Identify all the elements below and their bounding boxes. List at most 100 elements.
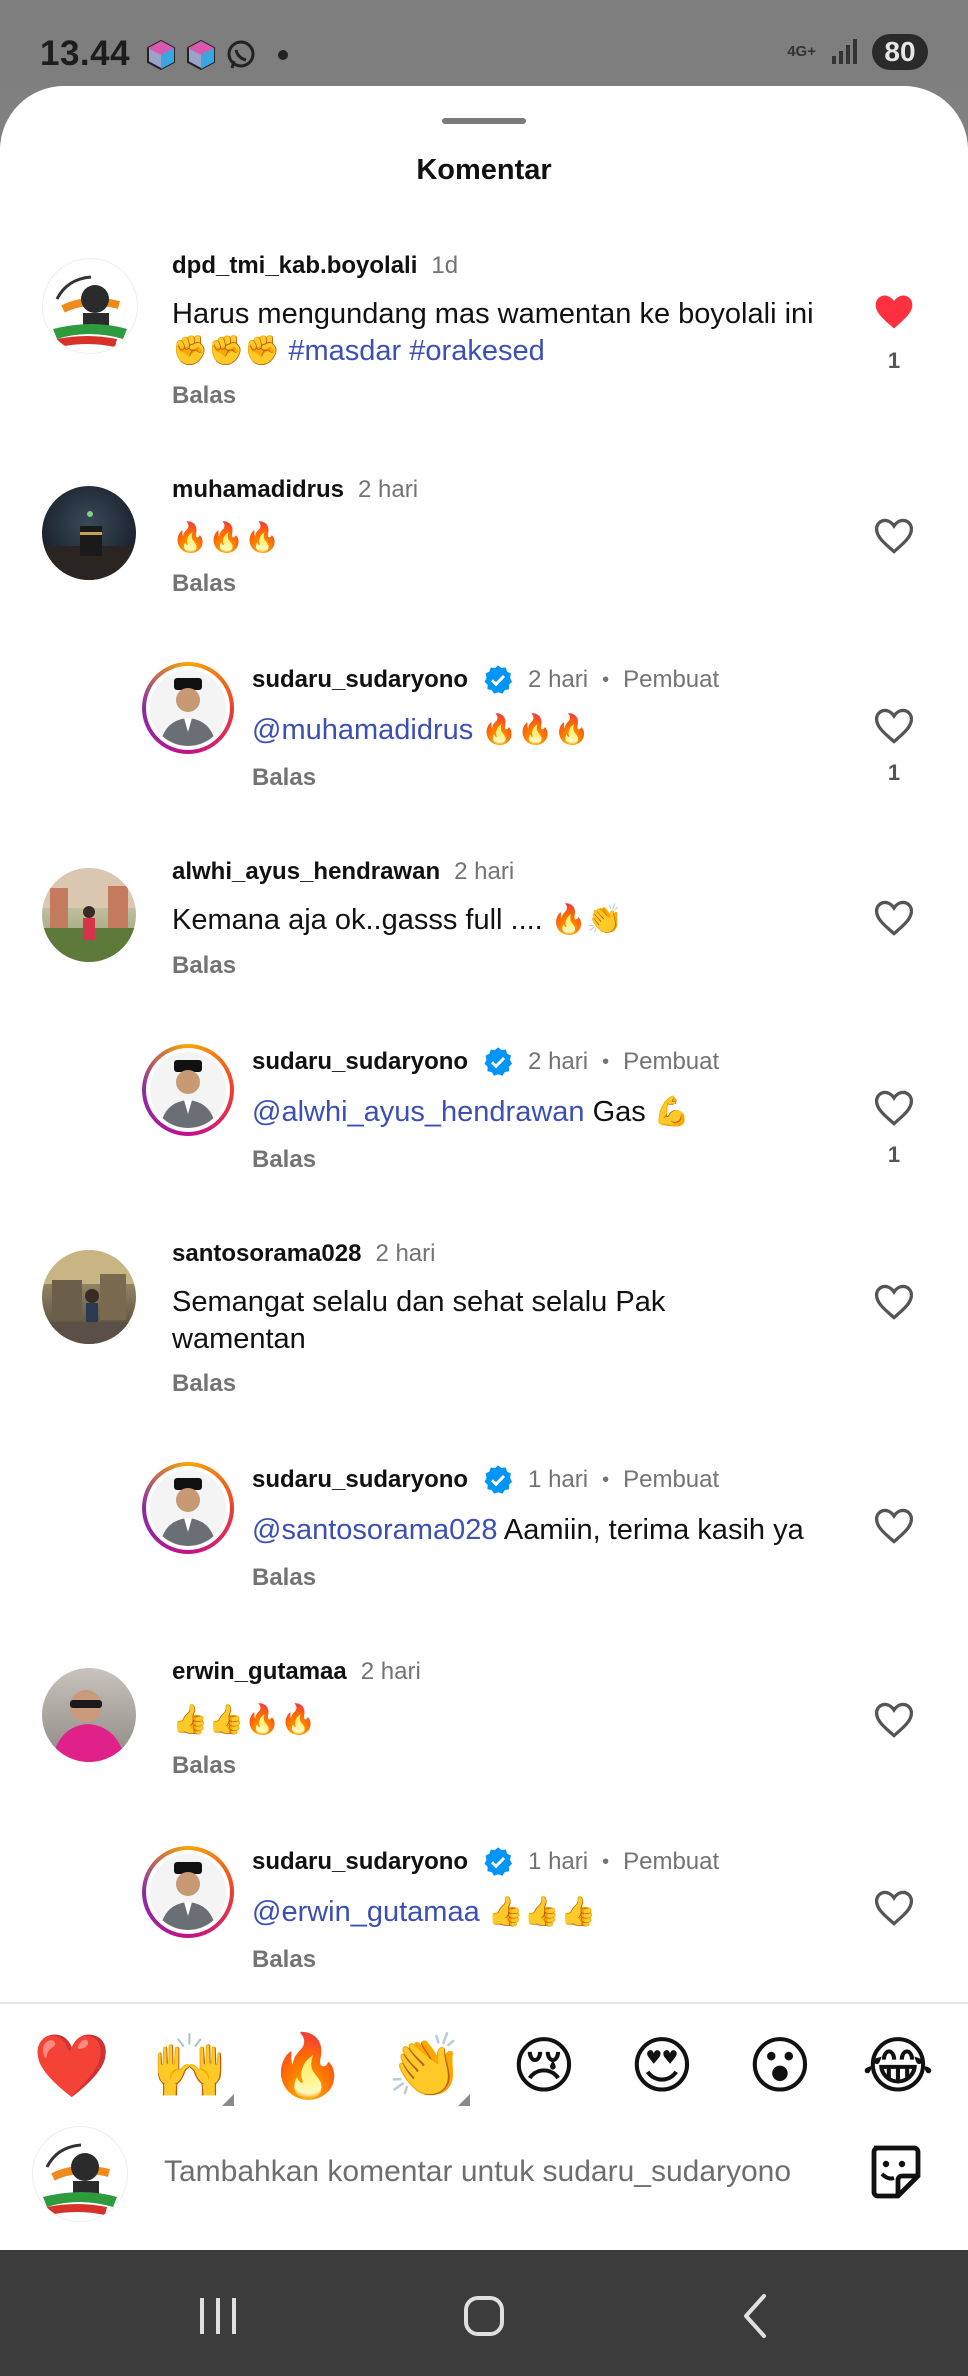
- comment-text: @erwin_gutamaa 👍👍👍: [252, 1896, 597, 1928]
- avatar[interactable]: [142, 662, 234, 754]
- emoji-clap-button[interactable]: 👏: [386, 2032, 470, 2106]
- creator-label: Pembuat: [623, 1848, 720, 1875]
- creator-label: Pembuat: [623, 666, 720, 693]
- mention-link[interactable]: @santosorama028: [252, 1514, 497, 1546]
- emoji-crying-button[interactable]: 😢: [504, 2032, 584, 2102]
- comment-username[interactable]: sudaru_sudaryono: [252, 1048, 468, 1076]
- heart-icon[interactable]: [872, 1086, 916, 1130]
- mention-link[interactable]: @muhamadidrus: [252, 714, 473, 746]
- quick-reaction-bar: ❤️ 🙌 🔥 👏 😢 😍 😮 😂: [0, 2002, 968, 2132]
- cube-app-icon: [147, 39, 175, 71]
- drag-handle[interactable]: [442, 118, 526, 124]
- back-icon[interactable]: [730, 2288, 786, 2344]
- avatar[interactable]: [142, 1462, 234, 1554]
- status-bar: 13.44 4G+ 80: [0, 0, 968, 88]
- emoji-laughing-button[interactable]: 😂: [858, 2032, 938, 2102]
- more-notifications-dot: [278, 50, 288, 60]
- reply-button[interactable]: Balas: [172, 382, 236, 410]
- hashtag-link[interactable]: #masdar: [288, 335, 401, 367]
- heart-icon[interactable]: [872, 1886, 916, 1930]
- signal-icon: [832, 39, 857, 64]
- comment-username[interactable]: dpd_tmi_kab.boyolali: [172, 252, 417, 280]
- verified-badge-icon: [484, 665, 513, 694]
- avatar[interactable]: [42, 1668, 136, 1762]
- avatar[interactable]: [42, 258, 138, 354]
- comment-username[interactable]: erwin_gutamaa: [172, 1658, 347, 1686]
- emoji-surprised-button[interactable]: 😮: [740, 2032, 820, 2102]
- home-icon[interactable]: [456, 2288, 512, 2344]
- emoji-fire-button[interactable]: 🔥: [268, 2032, 348, 2102]
- heart-icon[interactable]: [872, 896, 916, 940]
- comment-username[interactable]: santosorama028: [172, 1240, 361, 1268]
- reply-button[interactable]: Balas: [252, 1946, 316, 1974]
- comment-username[interactable]: sudaru_sudaryono: [252, 666, 468, 694]
- comment-input[interactable]: Tambahkan komentar untuk sudaru_sudaryon…: [164, 2155, 791, 2189]
- avatar[interactable]: [142, 1044, 234, 1136]
- like-count: 1: [887, 348, 901, 373]
- comment-text: 👍👍🔥🔥: [172, 1704, 317, 1736]
- sticker-icon[interactable]: [862, 2140, 926, 2204]
- skin-tone-indicator: [458, 2094, 470, 2106]
- creator-label: Pembuat: [623, 1048, 720, 1075]
- comment-username[interactable]: alwhi_ayus_hendrawan: [172, 858, 440, 886]
- notification-icons: [144, 38, 288, 72]
- verified-badge-icon: [484, 1465, 513, 1494]
- cube-app-icon: [187, 39, 215, 71]
- comment-time: 2 hari: [358, 476, 419, 503]
- avatar-photo: [150, 1470, 226, 1546]
- reply-button[interactable]: Balas: [172, 570, 236, 598]
- avatar-photo: [52, 1690, 126, 1762]
- comment-time: 2 hari: [528, 666, 589, 693]
- avatar-photo: [150, 1854, 226, 1930]
- reply-button[interactable]: Balas: [252, 1146, 316, 1174]
- reply-button[interactable]: Balas: [172, 1370, 236, 1398]
- avatar[interactable]: [42, 868, 136, 962]
- my-avatar: [32, 2126, 128, 2222]
- mention-link[interactable]: @erwin_gutamaa: [252, 1896, 480, 1928]
- avatar-photo: [42, 868, 136, 962]
- heart-icon[interactable]: [872, 290, 916, 334]
- tani-merdeka-logo: [44, 260, 136, 352]
- avatar[interactable]: [42, 486, 136, 580]
- heart-icon[interactable]: [872, 514, 916, 558]
- hashtag-link[interactable]: #orakesed: [409, 335, 544, 367]
- skin-tone-indicator: [222, 2094, 234, 2106]
- avatar-photo: [42, 1250, 136, 1344]
- comment-time: 2 hari: [528, 1048, 589, 1075]
- heart-icon[interactable]: [872, 1504, 916, 1548]
- recent-apps-icon[interactable]: [190, 2288, 246, 2344]
- comment-time: 2 hari: [360, 1658, 421, 1685]
- battery-level: 80: [872, 34, 928, 70]
- emoji-raised-hands-button[interactable]: 🙌: [150, 2032, 234, 2106]
- comment-username[interactable]: muhamadidrus: [172, 476, 344, 504]
- avatar[interactable]: [142, 1846, 234, 1938]
- comment-text: Kemana aja ok..gasss full .... 🔥👏: [172, 904, 624, 936]
- heart-icon[interactable]: [872, 1280, 916, 1324]
- avatar-photo: [150, 1052, 226, 1128]
- comment-username[interactable]: sudaru_sudaryono: [252, 1466, 468, 1494]
- reply-button[interactable]: Balas: [172, 952, 236, 980]
- heart-icon[interactable]: [872, 1698, 916, 1742]
- creator-label: Pembuat: [623, 1466, 720, 1493]
- heart-icon[interactable]: [872, 704, 916, 748]
- comment-text: @alwhi_ayus_hendrawan Gas 💪: [252, 1096, 690, 1128]
- sheet-title: Komentar: [416, 154, 552, 186]
- reply-button[interactable]: Balas: [172, 1752, 236, 1780]
- avatar[interactable]: [42, 1250, 136, 1344]
- avatar-photo: [42, 511, 136, 580]
- emoji-heart-button[interactable]: ❤️: [32, 2032, 112, 2102]
- verified-badge-icon: [484, 1847, 513, 1876]
- comment-time: 1d: [431, 252, 459, 279]
- mention-link[interactable]: @alwhi_ayus_hendrawan: [252, 1096, 585, 1128]
- system-nav-bar: [0, 2250, 968, 2376]
- reply-button[interactable]: Balas: [252, 1564, 316, 1592]
- emoji-heart-eyes-button[interactable]: 😍: [622, 2032, 702, 2102]
- comment-time: 1 hari: [528, 1466, 589, 1493]
- network-type: 4G+: [787, 43, 816, 60]
- comment-time: 2 hari: [375, 1240, 436, 1267]
- avatar-photo: [150, 670, 226, 746]
- status-time: 13.44: [40, 34, 131, 73]
- comment-text: Harus mengundang mas wamentan ke boyolal…: [172, 298, 814, 367]
- comment-username[interactable]: sudaru_sudaryono: [252, 1848, 468, 1876]
- reply-button[interactable]: Balas: [252, 764, 316, 792]
